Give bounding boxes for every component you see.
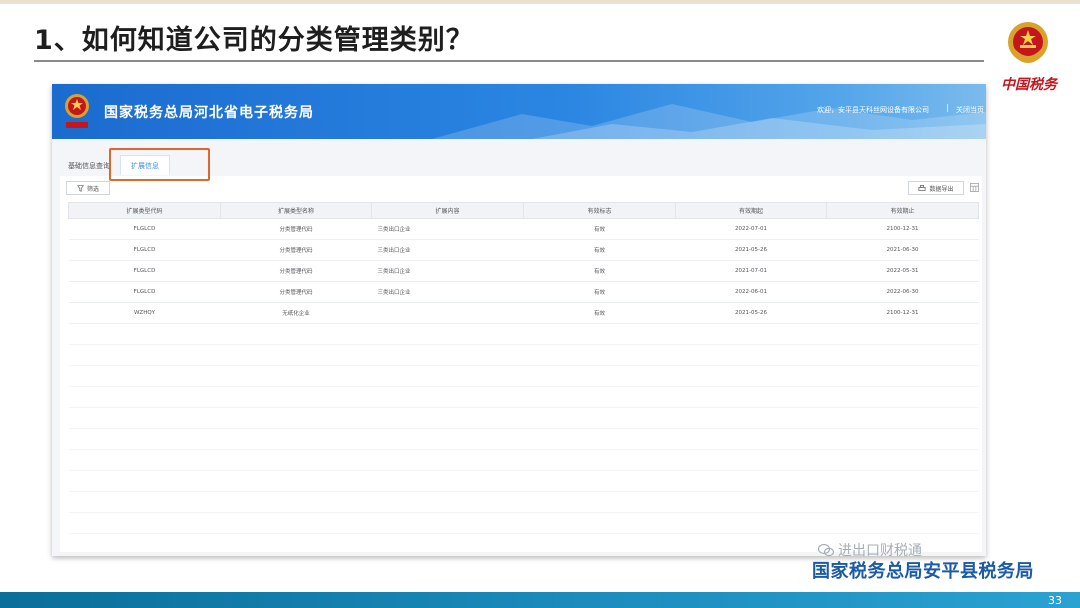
site-header: 国家税务总局河北省电子税务局 欢迎，安平县天科丝网设备有限公司 | 关闭当页 xyxy=(52,84,986,139)
table-row[interactable]: FLGLCD 分类管理代码 三类出口企业 有效 2021-07-01 2022-… xyxy=(68,260,979,282)
tab-highlight-box xyxy=(109,148,210,181)
page-number: 33 xyxy=(1048,594,1062,607)
site-emblem-icon xyxy=(65,94,89,128)
table-cell: 有效 xyxy=(523,260,676,282)
table-row[interactable]: WZHQY 无纸化企业 有效 2021-05-26 2100-12-31 xyxy=(68,302,979,324)
extended-info-table: 扩展类型代码 扩展类型名称 扩展内容 有效标志 有效期起 有效期止 FLGLCD… xyxy=(68,202,979,555)
table-cell: WZHQY xyxy=(68,302,221,324)
table-cell: 有效 xyxy=(523,281,676,303)
bottom-bar xyxy=(0,592,1080,608)
table-cell: 2021-05-26 xyxy=(675,302,827,324)
column-header[interactable]: 有效标志 xyxy=(523,202,676,219)
table-cell: FLGLCD xyxy=(68,260,221,282)
table-cell: 2100-12-31 xyxy=(826,302,979,324)
user-info: 欢迎，安平县天科丝网设备有限公司 xyxy=(817,106,929,114)
table-cell: 无纸化企业 xyxy=(220,302,372,324)
slide-title: 1、如何知道公司的分类管理类别？ xyxy=(34,25,474,56)
table-cell: FLGLCD xyxy=(68,218,221,240)
table-cell: 分类管理代码 xyxy=(220,239,372,261)
table-cell: 2022-06-01 xyxy=(675,281,827,303)
empty-row xyxy=(68,449,979,471)
printer-icon xyxy=(918,184,926,191)
column-header[interactable]: 扩展内容 xyxy=(371,202,524,219)
filter-label: 筛选 xyxy=(86,185,99,193)
export-button[interactable]: 数据导出 xyxy=(908,181,964,195)
table-cell: 三类出口企业 xyxy=(371,239,524,261)
empty-row xyxy=(68,512,979,534)
table-header-row: 扩展类型代码 扩展类型名称 扩展内容 有效标志 有效期起 有效期止 xyxy=(68,202,979,219)
header-separator: | xyxy=(946,103,949,112)
table-cell xyxy=(371,302,524,324)
table-cell: FLGLCD xyxy=(68,281,221,303)
embedded-screenshot: 国家税务总局河北省电子税务局 欢迎，安平县天科丝网设备有限公司 | 关闭当页 基… xyxy=(52,84,986,556)
filter-icon xyxy=(76,184,84,192)
table-cell: 分类管理代码 xyxy=(220,260,372,282)
empty-row xyxy=(68,386,979,408)
column-header[interactable]: 有效期止 xyxy=(826,202,979,219)
table-cell: 2022-05-31 xyxy=(826,260,979,282)
empty-row xyxy=(68,344,979,366)
table-cell: 2021-07-01 xyxy=(675,260,827,282)
top-strip xyxy=(0,0,1080,4)
empty-row xyxy=(68,428,979,450)
column-header[interactable]: 扩展类型代码 xyxy=(68,202,221,219)
table-cell: 有效 xyxy=(523,302,676,324)
filter-button[interactable]: 筛选 xyxy=(66,181,110,195)
brand-text: 中国税务 xyxy=(1001,77,1057,93)
table-cell: 有效 xyxy=(523,218,676,240)
table-cell: 2022-07-01 xyxy=(675,218,827,240)
empty-row xyxy=(68,323,979,345)
close-page-link[interactable]: 关闭当页 xyxy=(956,105,984,115)
title-divider xyxy=(34,60,984,62)
export-label: 数据导出 xyxy=(929,185,954,193)
table-cell: 三类出口企业 xyxy=(371,281,524,303)
table-cell: 2022-06-30 xyxy=(826,281,979,303)
empty-row xyxy=(68,470,979,492)
column-settings-icon[interactable] xyxy=(970,183,979,192)
table-cell: 三类出口企业 xyxy=(371,218,524,240)
tab-basic-info[interactable]: 基础信息查询 xyxy=(68,161,110,171)
table-cell: 2021-05-26 xyxy=(675,239,827,261)
wechat-icon xyxy=(818,543,834,557)
column-header[interactable]: 扩展类型名称 xyxy=(220,202,372,219)
table-row[interactable]: FLGLCD 分类管理代码 三类出口企业 有效 2022-07-01 2100-… xyxy=(68,218,979,240)
table-cell: 有效 xyxy=(523,239,676,261)
table-cell: 分类管理代码 xyxy=(220,281,372,303)
content-panel: 筛选 数据导出 扩展类型代码 扩展类型名称 扩展内容 有效标志 有效期起 有效期… xyxy=(60,176,982,555)
table-cell: FLGLCD xyxy=(68,239,221,261)
column-header[interactable]: 有效期起 xyxy=(675,202,827,219)
table-row[interactable]: FLGLCD 分类管理代码 三类出口企业 有效 2022-06-01 2022-… xyxy=(68,281,979,303)
tax-emblem-icon xyxy=(1008,22,1048,63)
table-cell: 2100-12-31 xyxy=(826,218,979,240)
table-row[interactable]: FLGLCD 分类管理代码 三类出口企业 有效 2021-05-26 2021-… xyxy=(68,239,979,261)
bureau-name: 国家税务总局安平县税务局 xyxy=(812,561,1034,582)
table-cell: 2021-06-30 xyxy=(826,239,979,261)
table-cell: 三类出口企业 xyxy=(371,260,524,282)
empty-row xyxy=(68,407,979,429)
table-cell: 分类管理代码 xyxy=(220,218,372,240)
empty-row xyxy=(68,491,979,513)
empty-row xyxy=(68,365,979,387)
site-title: 国家税务总局河北省电子税务局 xyxy=(104,105,314,121)
